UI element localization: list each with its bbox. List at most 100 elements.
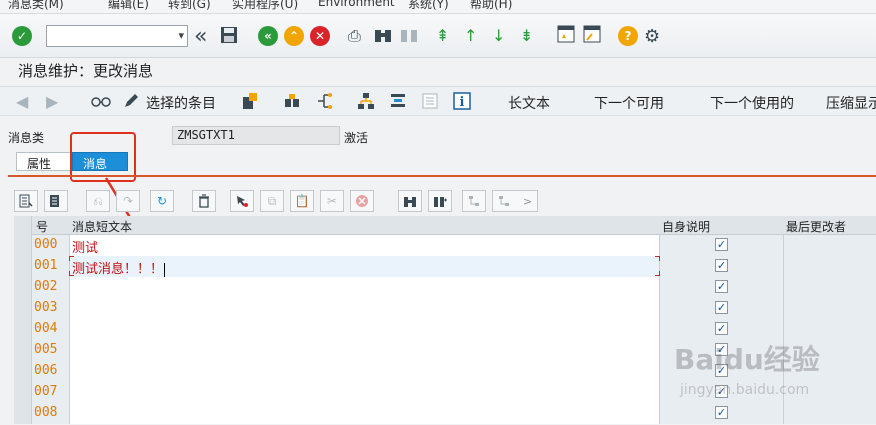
self-explanatory-checkbox[interactable]: ✓ bbox=[715, 301, 728, 314]
display-change-glasses-icon[interactable] bbox=[90, 91, 112, 111]
table-row: 000 测试 ✓ bbox=[14, 235, 876, 256]
shortcut-icon[interactable] bbox=[582, 24, 602, 44]
self-explanatory-checkbox[interactable]: ✓ bbox=[715, 238, 728, 251]
message-number: 005 bbox=[32, 340, 70, 361]
print-icon[interactable]: ⎙ bbox=[348, 26, 361, 46]
cursor-select-icon[interactable] bbox=[230, 190, 254, 212]
last-changed-by-cell bbox=[784, 235, 876, 256]
select-all-icon[interactable] bbox=[14, 190, 38, 212]
where-used-icon[interactable] bbox=[282, 91, 302, 111]
structure-icon[interactable] bbox=[356, 91, 376, 111]
next-used-button[interactable]: 下一个使用的 bbox=[710, 93, 794, 113]
column-header-self-explanatory[interactable]: 自身说明 bbox=[662, 218, 710, 235]
enter-check-icon[interactable]: ✓ bbox=[12, 26, 32, 46]
message-text-cell[interactable] bbox=[70, 382, 660, 403]
help-icon[interactable]: ? bbox=[618, 26, 638, 46]
row-selector[interactable] bbox=[14, 382, 32, 403]
message-text-cell[interactable] bbox=[70, 340, 660, 361]
transport-icon[interactable] bbox=[240, 91, 260, 111]
next-page-icon[interactable]: ↓ bbox=[492, 26, 505, 45]
find-next-icon[interactable] bbox=[400, 26, 418, 44]
redo-icon[interactable]: ↷ bbox=[116, 190, 140, 212]
paste-icon[interactable]: 📋 bbox=[290, 190, 314, 212]
tree-icon[interactable] bbox=[462, 190, 486, 212]
last-page-icon[interactable]: ⇟ bbox=[520, 26, 533, 45]
menu-edit[interactable]: 编辑(E) bbox=[108, 0, 149, 12]
message-number: 004 bbox=[32, 319, 70, 340]
message-text-cell-focused[interactable]: 测试消息！！！ bbox=[70, 256, 660, 277]
message-text-cell[interactable] bbox=[70, 361, 660, 382]
row-selector[interactable] bbox=[14, 277, 32, 298]
info-icon[interactable]: i bbox=[452, 91, 472, 111]
column-header-last-changed-by[interactable]: 最后更改者 bbox=[786, 218, 846, 235]
message-number: 001 bbox=[32, 256, 70, 277]
self-explanatory-checkbox[interactable]: ✓ bbox=[715, 280, 728, 293]
table-find-icon[interactable] bbox=[398, 190, 422, 212]
double-chevron-left-icon[interactable]: « bbox=[194, 24, 207, 49]
back-icon[interactable]: « bbox=[258, 26, 278, 46]
menu-environment[interactable]: Environment bbox=[318, 0, 395, 9]
save-icon[interactable] bbox=[220, 26, 238, 44]
message-number: 007 bbox=[32, 382, 70, 403]
exit-icon[interactable]: ⌃ bbox=[284, 26, 304, 46]
previous-page-icon[interactable]: ↑ bbox=[464, 26, 477, 45]
new-session-icon[interactable] bbox=[556, 24, 576, 44]
column-header-short-text[interactable]: 消息短文本 bbox=[72, 218, 132, 235]
long-text-button[interactable]: 长文本 bbox=[508, 93, 550, 113]
row-selector[interactable] bbox=[14, 319, 32, 340]
document-icon[interactable] bbox=[420, 91, 440, 111]
arrow-right-icon[interactable]: ▶ bbox=[46, 91, 58, 111]
select-column-header[interactable] bbox=[14, 216, 32, 235]
menu-bar: 消息类(M) 编辑(E) 转到(G) 实用程序(U) Environment 系… bbox=[0, 0, 876, 14]
menu-help[interactable]: 帮助(H) bbox=[470, 0, 512, 12]
self-explanatory-cell: ✓ bbox=[660, 298, 784, 319]
command-input[interactable] bbox=[47, 26, 165, 46]
row-selector[interactable] bbox=[14, 361, 32, 382]
row-selector[interactable] bbox=[14, 298, 32, 319]
command-field[interactable]: ▾ bbox=[46, 25, 188, 47]
baidu-watermark: Baidu经验 jingyan.baidu.com bbox=[670, 330, 870, 410]
row-selector[interactable] bbox=[14, 340, 32, 361]
menu-system[interactable]: 系统(Y) bbox=[408, 0, 449, 12]
cut-icon[interactable]: ✂ bbox=[320, 190, 344, 212]
message-text-cell[interactable]: 测试 bbox=[70, 235, 660, 256]
pencil-icon[interactable] bbox=[122, 91, 140, 111]
menu-utilities[interactable]: 实用程序(U) bbox=[232, 0, 298, 12]
svg-text:>: > bbox=[523, 195, 532, 208]
copy-icon[interactable]: ⧉ bbox=[260, 190, 284, 212]
compress-display-button[interactable]: 压缩显示 bbox=[826, 93, 876, 113]
trash-icon[interactable] bbox=[192, 190, 216, 212]
next-available-button[interactable]: 下一个可用 bbox=[594, 93, 664, 113]
table-find-next-icon[interactable] bbox=[428, 190, 452, 212]
row-selector[interactable] bbox=[14, 403, 32, 424]
refresh-icon[interactable]: ↻ bbox=[150, 190, 174, 212]
undo-icon[interactable]: ⎌ bbox=[86, 190, 110, 212]
hierarchy-icon[interactable] bbox=[314, 91, 334, 111]
cancel-icon[interactable]: ✕ bbox=[310, 26, 330, 46]
tab-attributes[interactable]: 属性 bbox=[16, 152, 74, 171]
message-text-cell[interactable] bbox=[70, 403, 660, 424]
row-selector[interactable] bbox=[14, 235, 32, 256]
message-text-cell[interactable] bbox=[70, 319, 660, 340]
delete-row-icon[interactable] bbox=[350, 190, 374, 212]
chevron-down-icon[interactable]: ▾ bbox=[178, 29, 184, 42]
menu-message-class[interactable]: 消息类(M) bbox=[8, 0, 64, 12]
column-header-number[interactable]: 号 bbox=[36, 218, 48, 235]
title-bar: 消息维护：更改消息 bbox=[0, 58, 876, 84]
deselect-all-icon[interactable] bbox=[44, 190, 68, 212]
row-selector[interactable] bbox=[14, 256, 32, 277]
watermark-main-text: Baidu经验 bbox=[674, 343, 820, 376]
message-text-cell[interactable] bbox=[70, 277, 660, 298]
message-text-cell[interactable] bbox=[70, 298, 660, 319]
gear-icon[interactable]: ⚙ bbox=[644, 26, 660, 47]
selected-entries-button[interactable]: 选择的条目 bbox=[146, 93, 216, 113]
application-toolbar: ◀ ▶ 选择的条目 i 长文本 下一个可用 下一个使用的 压缩显示 bbox=[0, 86, 876, 116]
first-page-icon[interactable]: ⇞ bbox=[436, 26, 449, 45]
self-explanatory-checkbox[interactable]: ✓ bbox=[715, 259, 728, 272]
find-icon[interactable] bbox=[374, 26, 392, 44]
menu-goto[interactable]: 转到(G) bbox=[168, 0, 211, 12]
tree-expand-icon[interactable]: > bbox=[492, 190, 538, 212]
arrow-left-icon[interactable]: ◀ bbox=[16, 91, 28, 111]
layout-icon[interactable] bbox=[388, 91, 408, 111]
message-class-label: 消息类 bbox=[8, 131, 45, 145]
